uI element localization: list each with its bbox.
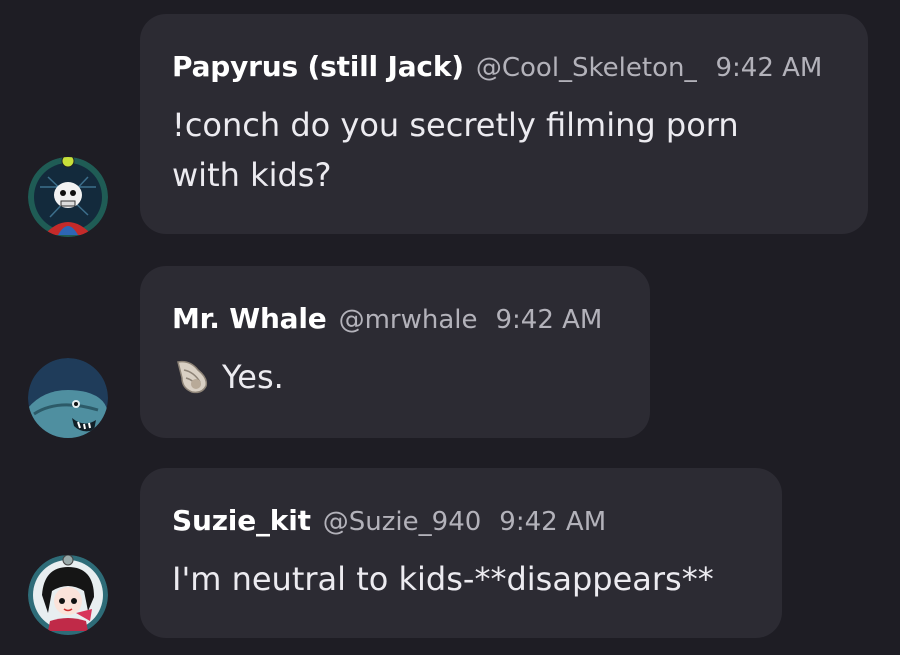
whale-avatar-icon xyxy=(28,358,108,438)
avatar[interactable] xyxy=(28,157,108,237)
message-text: !conch do you secretly filming porn with… xyxy=(172,106,739,194)
chat-feed: Papyrus (still Jack) @Cool_Skeleton_ 9:4… xyxy=(0,0,900,655)
user-handle[interactable]: @Suzie_940 xyxy=(323,507,481,537)
message-bubble: Suzie_kit @Suzie_940 9:42 AM I'm neutral… xyxy=(140,468,782,638)
message-header: Papyrus (still Jack) @Cool_Skeleton_ 9:4… xyxy=(172,50,838,88)
timestamp: 9:42 AM xyxy=(495,305,603,335)
timestamp: 9:42 AM xyxy=(499,507,607,537)
avatar[interactable] xyxy=(28,358,108,438)
message-bubble: Mr. Whale @mrwhale 9:42 AM Yes. xyxy=(140,266,650,438)
message-text: Yes. xyxy=(222,358,284,396)
message-text: I'm neutral to kids-**disappears** xyxy=(172,560,714,598)
conch-shell-icon xyxy=(172,356,212,396)
username[interactable]: Papyrus (still Jack) xyxy=(172,50,464,83)
message-bubble: Papyrus (still Jack) @Cool_Skeleton_ 9:4… xyxy=(140,14,868,234)
anime-girl-avatar-icon xyxy=(28,555,108,635)
message-item: Papyrus (still Jack) @Cool_Skeleton_ 9:4… xyxy=(0,0,900,250)
user-handle[interactable]: @mrwhale xyxy=(339,305,478,335)
user-handle[interactable]: @Cool_Skeleton_ xyxy=(476,53,698,83)
message-header: Suzie_kit @Suzie_940 9:42 AM xyxy=(172,504,752,542)
message-text-line: Yes. xyxy=(172,352,620,402)
message-item: Suzie_kit @Suzie_940 9:42 AM I'm neutral… xyxy=(0,450,900,655)
username[interactable]: Suzie_kit xyxy=(172,504,311,537)
message-item: Mr. Whale @mrwhale 9:42 AM Yes. xyxy=(0,250,900,450)
timestamp: 9:42 AM xyxy=(715,53,823,83)
avatar[interactable] xyxy=(28,555,108,635)
message-header: Mr. Whale @mrwhale 9:42 AM xyxy=(172,302,620,340)
skeleton-avatar-icon xyxy=(28,157,108,237)
username[interactable]: Mr. Whale xyxy=(172,302,327,335)
